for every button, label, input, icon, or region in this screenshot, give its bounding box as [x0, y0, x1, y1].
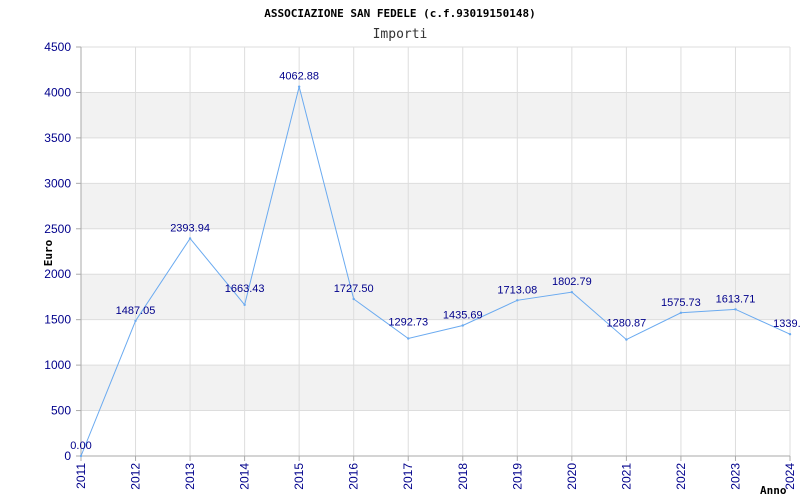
y-tick-label: 4500	[44, 40, 71, 54]
plot-band	[81, 365, 790, 411]
y-tick-label: 2000	[44, 267, 71, 281]
data-label: 2393.94	[170, 222, 210, 234]
data-label: 1713.08	[497, 284, 537, 296]
data-point	[407, 337, 410, 340]
plot-band	[81, 319, 790, 366]
x-tick-label: 2015	[292, 463, 306, 490]
y-tick-label: 3000	[44, 176, 71, 190]
x-tick-label: 2020	[565, 463, 579, 490]
data-label: 1613.71	[716, 293, 756, 305]
data-label: 1339.8	[773, 318, 800, 330]
plot-band	[81, 410, 790, 456]
x-tick-label: 2023	[728, 463, 742, 490]
data-label: 0.00	[70, 440, 91, 452]
plot-band	[81, 92, 790, 138]
line-chart: ASSOCIAZIONE SAN FEDELE (c.f.93019150148…	[42, 7, 800, 497]
data-point	[188, 237, 192, 240]
data-point	[243, 303, 246, 307]
data-point	[625, 338, 628, 341]
x-tick-label: 2022	[674, 463, 688, 490]
data-point	[570, 290, 574, 294]
x-tick-label: 2014	[238, 463, 252, 490]
x-axis-label: Anno	[760, 484, 787, 497]
x-tick-label: 2018	[456, 463, 470, 490]
data-point	[297, 85, 301, 88]
data-point	[134, 319, 137, 323]
data-label: 1487.05	[116, 305, 156, 317]
data-label: 1727.50	[334, 283, 374, 295]
data-label: 1435.69	[443, 310, 483, 322]
x-tick-label: 2021	[619, 463, 633, 490]
data-label: 1663.43	[225, 283, 265, 295]
data-label: 1802.79	[552, 276, 592, 288]
data-point	[516, 299, 519, 302]
y-tick-label: 3500	[44, 131, 71, 145]
x-axis-ticks: 2011 2012 2013 2014 2015 2016 2017 2018 2019 2020…	[74, 456, 797, 490]
y-tick-label: 2500	[44, 222, 71, 236]
plot-band	[81, 137, 790, 184]
data-point	[734, 308, 737, 311]
data-label: 4062.88	[279, 71, 319, 83]
plot-band	[81, 228, 790, 275]
x-tick-label: 2016	[347, 463, 361, 490]
x-tick-label: 2011	[74, 463, 88, 489]
data-label: 1280.87	[607, 318, 647, 330]
plot-band	[81, 47, 790, 93]
data-point	[352, 297, 355, 301]
data-point	[461, 324, 464, 327]
y-tick-label: 500	[51, 404, 71, 418]
data-point	[79, 454, 83, 458]
y-tick-label: 4000	[44, 85, 71, 99]
x-tick-label: 2019	[510, 463, 524, 490]
data-point	[788, 333, 792, 336]
x-tick-label: 2012	[129, 463, 143, 490]
x-tick-label: 2013	[183, 463, 197, 490]
y-tick-label: 1000	[44, 358, 71, 372]
data-point	[679, 311, 683, 314]
plot-background-bands	[81, 47, 790, 456]
data-label: 1575.73	[661, 297, 701, 309]
data-label: 1292.73	[388, 317, 428, 329]
x-tick-label: 2017	[401, 463, 415, 490]
chart-title: ASSOCIAZIONE SAN FEDELE (c.f.93019150148…	[264, 7, 536, 20]
chart-subtitle: Importi	[373, 27, 428, 42]
y-axis-label: Euro	[42, 239, 55, 266]
y-tick-label: 1500	[44, 313, 71, 327]
